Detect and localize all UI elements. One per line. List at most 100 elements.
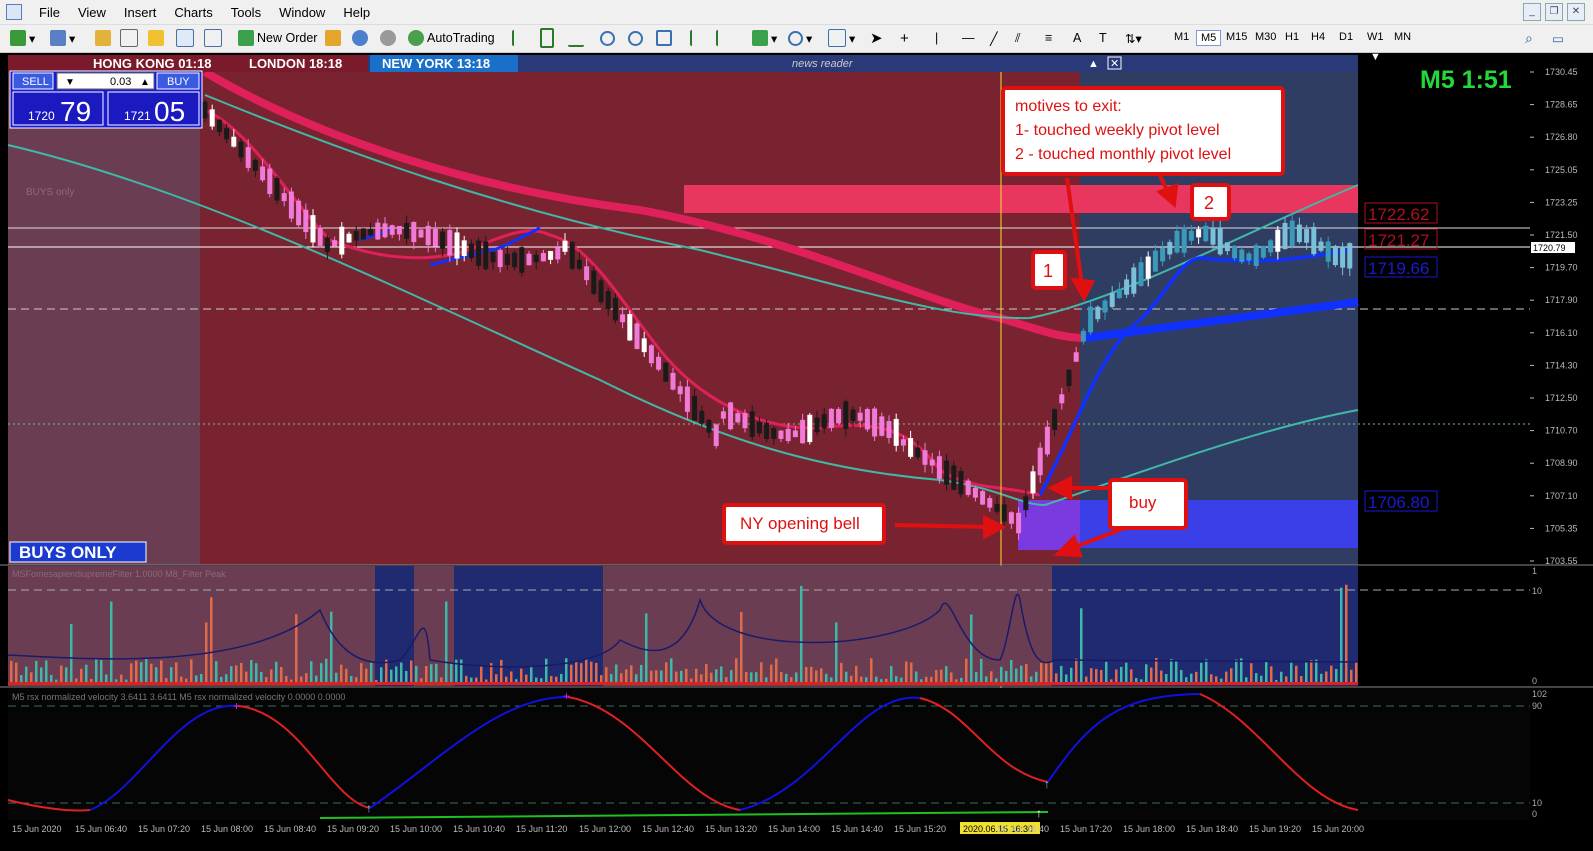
signals-button[interactable] xyxy=(380,28,399,48)
histogram-bar xyxy=(530,665,533,684)
histogram-bar xyxy=(170,667,173,684)
zoom-in-button[interactable] xyxy=(600,28,618,48)
menu-window[interactable]: Window xyxy=(270,5,334,20)
tf-m30[interactable]: M30 xyxy=(1251,30,1280,44)
fibonacci-icon: ≡ xyxy=(1045,31,1053,45)
tf-h1[interactable]: H1 xyxy=(1281,30,1303,44)
histogram-bar xyxy=(410,660,413,684)
histogram-bar xyxy=(645,613,648,684)
profiles-button[interactable]: ▾ xyxy=(50,28,75,48)
crosshair-button[interactable]: + xyxy=(900,28,909,48)
price-axis-label: 1721.50 xyxy=(1545,230,1578,240)
chat-button[interactable]: ▭ xyxy=(1552,28,1564,48)
fibonacci-button[interactable]: ≡ xyxy=(1045,28,1052,48)
sub2-axis-10: 10 xyxy=(1532,798,1542,808)
autotrading-button[interactable]: AutoTrading xyxy=(408,28,495,48)
lot-up-icon[interactable]: ▲ xyxy=(140,77,150,88)
buy-label: buy xyxy=(1129,493,1157,512)
close-icon[interactable]: ✕ xyxy=(1567,3,1585,21)
time-axis-label: 15 Jun 16:40 xyxy=(997,824,1049,834)
histogram-bar xyxy=(190,659,193,684)
tester-button[interactable] xyxy=(204,28,225,48)
candle-body xyxy=(288,191,294,219)
menu-help[interactable]: Help xyxy=(334,5,379,20)
data-window-button[interactable] xyxy=(120,28,141,48)
tf-m1[interactable]: M1 xyxy=(1170,30,1193,44)
autoscroll-button[interactable] xyxy=(690,28,711,48)
terminal-button[interactable] xyxy=(176,28,197,48)
menu-file[interactable]: File xyxy=(30,5,69,20)
histogram-bar xyxy=(1145,664,1148,684)
metaeditor-button[interactable] xyxy=(325,28,344,48)
candle-body xyxy=(828,408,834,428)
candle-body xyxy=(972,487,978,498)
autotrading-icon xyxy=(408,30,424,46)
periods-button[interactable]: ▾ xyxy=(788,28,812,48)
community-button[interactable] xyxy=(352,28,371,48)
sell-button[interactable]: SELL xyxy=(22,76,49,88)
channel-icon: ⫽ xyxy=(1015,30,1021,45)
buy-button[interactable]: BUY xyxy=(167,76,190,88)
candle-body xyxy=(310,215,316,243)
collapse-icon[interactable]: ▲ xyxy=(1088,58,1099,70)
zoom-out-button[interactable] xyxy=(628,28,646,48)
autoscroll-icon xyxy=(690,30,708,46)
trendline-button[interactable]: ╱ xyxy=(990,28,998,48)
histogram-bar xyxy=(450,663,453,684)
histogram-bar xyxy=(695,668,698,684)
tf-mn[interactable]: MN xyxy=(1390,30,1415,44)
text-button[interactable]: A xyxy=(1073,28,1081,48)
navigator-button[interactable] xyxy=(148,28,167,48)
search-button[interactable]: ⌕ xyxy=(1525,28,1533,48)
histogram-bar xyxy=(385,659,388,684)
news-reader-label[interactable]: news reader xyxy=(792,58,854,70)
restore-icon[interactable]: ❐ xyxy=(1545,3,1563,21)
chart-shift-button[interactable] xyxy=(716,28,737,48)
candle-body xyxy=(260,166,266,181)
new-order-button[interactable]: New Order xyxy=(238,28,317,48)
candle-body xyxy=(756,421,762,434)
tf-d1[interactable]: D1 xyxy=(1335,30,1357,44)
cursor-button[interactable]: ➤ xyxy=(870,28,883,48)
monthly-pivot-band xyxy=(684,185,1358,213)
candle-chart-button[interactable] xyxy=(540,28,557,48)
lot-size-value[interactable]: 0.03 xyxy=(110,76,131,88)
vertical-line-button[interactable]: | xyxy=(935,28,938,48)
chart-window[interactable]: HONG KONG 01:18 LONDON 18:18 NEW YORK 13… xyxy=(0,53,1593,851)
candle-body xyxy=(468,243,474,259)
minimize-icon[interactable]: _ xyxy=(1523,3,1541,21)
line-chart-button[interactable] xyxy=(568,28,587,48)
histogram-bar xyxy=(910,662,913,684)
channel-button[interactable]: ⫽ xyxy=(1015,28,1021,48)
histogram-bar xyxy=(1160,670,1163,684)
price-axis-label: 1707.10 xyxy=(1545,491,1578,501)
tile-windows-button[interactable] xyxy=(656,28,675,48)
histogram-bar xyxy=(520,668,523,684)
menu-charts[interactable]: Charts xyxy=(165,5,221,20)
histogram-bar xyxy=(40,667,43,684)
trough-arrow-2: ↑ xyxy=(1044,777,1050,791)
market-watch-button[interactable] xyxy=(95,28,114,48)
candle-body xyxy=(1340,246,1346,268)
text-label-button[interactable]: T xyxy=(1099,28,1107,48)
arrows-button[interactable]: ⇅▾ xyxy=(1125,28,1142,48)
peak-marker-2: + xyxy=(563,689,570,703)
bar-chart-button[interactable] xyxy=(512,28,533,48)
horizontal-line-button[interactable]: — xyxy=(962,28,975,48)
tf-m5[interactable]: M5 xyxy=(1196,30,1222,46)
tf-w1[interactable]: W1 xyxy=(1363,30,1388,44)
new-chart-button[interactable]: ▾ xyxy=(10,28,35,48)
tf-h4[interactable]: H4 xyxy=(1307,30,1329,44)
lot-down-icon[interactable]: ▼ xyxy=(65,77,75,88)
tf-m15[interactable]: M15 xyxy=(1222,30,1251,44)
indicators-button[interactable]: ▾ xyxy=(752,28,777,48)
time-axis-label: 15 Jun 07:20 xyxy=(138,824,190,834)
menu-tools[interactable]: Tools xyxy=(222,5,270,20)
chart-svg[interactable]: HONG KONG 01:18 LONDON 18:18 NEW YORK 13… xyxy=(0,53,1593,851)
candle-body xyxy=(648,345,654,364)
templates-button[interactable]: ▾ xyxy=(828,28,855,48)
menu-view[interactable]: View xyxy=(69,5,115,20)
histogram-bar xyxy=(310,661,313,684)
menu-insert[interactable]: Insert xyxy=(115,5,166,20)
histogram-bar xyxy=(415,665,418,684)
